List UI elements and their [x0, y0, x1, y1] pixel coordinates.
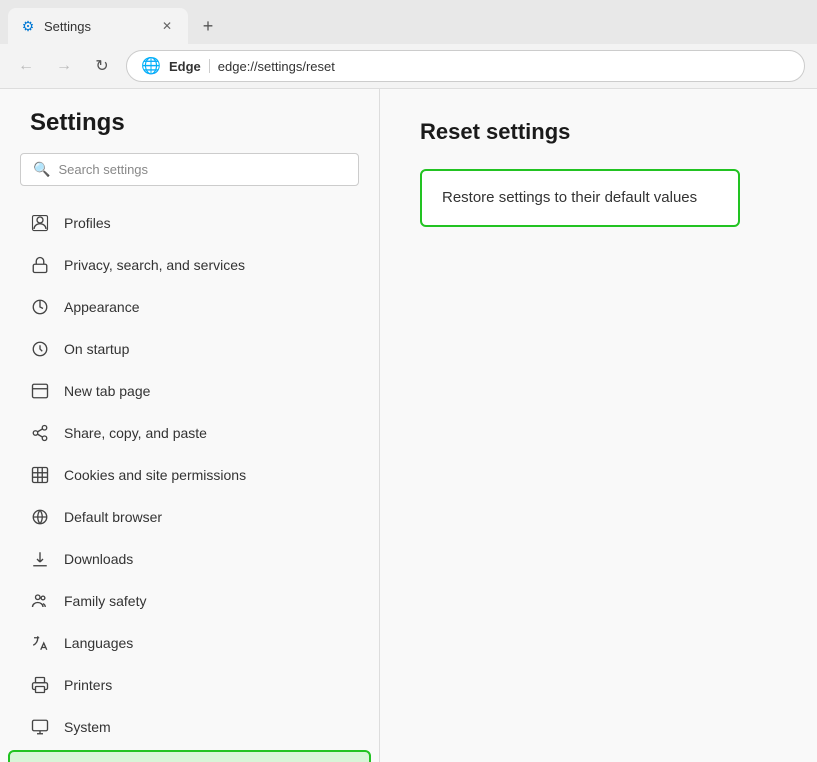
sidebar-item-label-system: System [64, 719, 111, 735]
sidebar-item-privacy[interactable]: Privacy, search, and services [0, 244, 379, 286]
sidebar-item-label-on-startup: On startup [64, 341, 129, 357]
settings-tab[interactable]: ⚙ Settings ✕ [8, 8, 188, 44]
tab-bar: ⚙ Settings ✕ + [0, 0, 817, 44]
sidebar-item-label-appearance: Appearance [64, 299, 140, 315]
search-placeholder: Search settings [58, 162, 148, 177]
printers-icon [30, 675, 50, 695]
settings-tab-title: Settings [44, 19, 150, 34]
profiles-icon [30, 213, 50, 233]
default-browser-icon [30, 507, 50, 527]
system-icon [30, 717, 50, 737]
forward-button[interactable]: → [50, 52, 78, 80]
sidebar-item-label-share: Share, copy, and paste [64, 425, 207, 441]
sidebar-item-label-cookies: Cookies and site permissions [64, 467, 246, 483]
address-bar: ← → ↻ 🌐 Edge edge://settings/reset [0, 44, 817, 89]
sidebar-item-on-startup[interactable]: On startup [0, 328, 379, 370]
main-area: Settings 🔍 Search settings Profiles Priva… [0, 89, 817, 762]
downloads-icon [30, 549, 50, 569]
settings-tab-icon: ⚙ [20, 18, 36, 34]
search-icon: 🔍 [33, 161, 50, 178]
new-tab-button[interactable]: + [192, 10, 224, 42]
sidebar-item-new-tab[interactable]: New tab page [0, 370, 379, 412]
url-site: Edge [169, 59, 201, 74]
sidebar-item-share[interactable]: Share, copy, and paste [0, 412, 379, 454]
url-path: edge://settings/reset [218, 59, 335, 74]
sidebar-title: Settings [0, 109, 379, 153]
url-divider [209, 59, 210, 73]
sidebar-item-label-downloads: Downloads [64, 551, 133, 567]
cookies-icon [30, 465, 50, 485]
sidebar-item-label-languages: Languages [64, 635, 133, 651]
sidebar-item-default-browser[interactable]: Default browser [0, 496, 379, 538]
sidebar-item-label-profiles: Profiles [64, 215, 111, 231]
tab-close-button[interactable]: ✕ [158, 17, 176, 35]
content-title: Reset settings [420, 119, 777, 145]
sidebar-item-label-privacy: Privacy, search, and services [64, 257, 245, 273]
search-bar[interactable]: 🔍 Search settings [20, 153, 359, 186]
content-area: Reset settings Restore settings to their… [380, 89, 817, 762]
appearance-icon [30, 297, 50, 317]
sidebar-item-printers[interactable]: Printers [0, 664, 379, 706]
url-bar[interactable]: 🌐 Edge edge://settings/reset [126, 50, 805, 82]
sidebar-item-family-safety[interactable]: Family safety [0, 580, 379, 622]
family-safety-icon [30, 591, 50, 611]
back-button[interactable]: ← [12, 52, 40, 80]
sidebar-item-label-default-browser: Default browser [64, 509, 162, 525]
nav-list: Profiles Privacy, search, and services App… [0, 202, 379, 762]
sidebar-item-system[interactable]: System [0, 706, 379, 748]
on-startup-icon [30, 339, 50, 359]
sidebar-item-languages[interactable]: Languages [0, 622, 379, 664]
refresh-button[interactable]: ↻ [88, 52, 116, 80]
sidebar-item-appearance[interactable]: Appearance [0, 286, 379, 328]
restore-defaults-button[interactable]: Restore settings to their default values [420, 169, 740, 227]
privacy-icon [30, 255, 50, 275]
sidebar-item-label-new-tab: New tab page [64, 383, 150, 399]
sidebar-item-reset[interactable]: Reset settings [8, 750, 371, 762]
languages-icon [30, 633, 50, 653]
share-icon [30, 423, 50, 443]
restore-defaults-label: Restore settings to their default values [442, 189, 697, 206]
edge-logo-icon: 🌐 [141, 56, 161, 76]
sidebar-item-cookies[interactable]: Cookies and site permissions [0, 454, 379, 496]
sidebar: Settings 🔍 Search settings Profiles Priva… [0, 89, 380, 762]
sidebar-item-label-printers: Printers [64, 677, 112, 693]
new-tab-icon [30, 381, 50, 401]
sidebar-item-downloads[interactable]: Downloads [0, 538, 379, 580]
sidebar-item-profiles[interactable]: Profiles [0, 202, 379, 244]
sidebar-item-label-family-safety: Family safety [64, 593, 146, 609]
